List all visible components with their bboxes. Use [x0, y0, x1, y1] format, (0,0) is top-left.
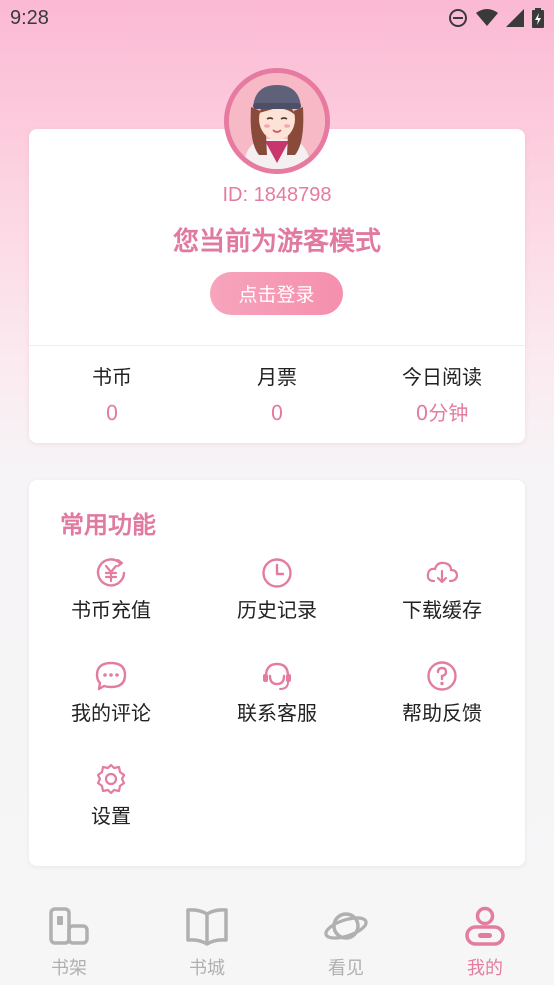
settings-icon [96, 763, 126, 795]
wifi-icon [476, 9, 498, 26]
login-button[interactable]: 点击登录 [210, 272, 343, 315]
func-settings[interactable]: 设置 [28, 762, 194, 830]
func-customer-service[interactable]: 联系客服 [194, 659, 360, 727]
stat-label: 今日阅读 [402, 365, 482, 389]
nav-label: 看见 [328, 958, 364, 979]
func-label: 设置 [91, 804, 131, 828]
clock-icon [262, 558, 292, 588]
stat-label: 书币 [92, 365, 132, 389]
nav-bookshelf[interactable]: 书架 [0, 904, 138, 980]
func-label: 历史记录 [237, 598, 317, 622]
comment-icon [95, 661, 127, 691]
nav-label: 书城 [189, 958, 225, 979]
coin-recharge-icon [96, 558, 126, 587]
functions-title: 常用功能 [60, 511, 156, 539]
status-icons [448, 8, 544, 28]
stat-monthly-ticket[interactable]: 月票 0 [194, 362, 360, 426]
guest-mode-title: 您当前为游客模式 [172, 227, 381, 257]
bookshelf-icon [49, 907, 89, 945]
func-label: 我的评论 [71, 701, 151, 725]
func-label: 下载缓存 [402, 598, 482, 622]
battery-icon [532, 8, 544, 28]
stat-coins[interactable]: 书币 0 [29, 362, 195, 426]
func-coin-recharge[interactable]: 书币充值 [28, 556, 194, 624]
cloud-download-icon [426, 561, 459, 584]
book-icon [186, 908, 228, 946]
card-divider [29, 345, 525, 346]
headset-icon [263, 662, 291, 690]
avatar-illustration-icon [229, 73, 325, 169]
func-label: 帮助反馈 [402, 701, 482, 725]
stat-label: 月票 [257, 365, 297, 389]
nav-bookstore[interactable]: 书城 [138, 904, 276, 980]
func-history[interactable]: 历史记录 [194, 556, 360, 624]
avatar[interactable] [224, 68, 330, 174]
stat-value: 0分钟 [415, 401, 469, 425]
stat-value: 0 [270, 401, 284, 425]
stat-value: 0 [105, 401, 119, 425]
nav-discover[interactable]: 看见 [277, 904, 415, 980]
nav-label: 我的 [467, 958, 503, 979]
status-bar: 9:28 [0, 0, 554, 38]
func-label: 书币充值 [71, 598, 151, 622]
nav-mine[interactable]: 我的 [416, 904, 554, 980]
signal-icon [506, 9, 524, 27]
func-label: 联系客服 [237, 701, 317, 725]
func-help-feedback[interactable]: 帮助反馈 [359, 659, 525, 727]
status-time: 9:28 [10, 7, 49, 29]
stat-today-reading[interactable]: 今日阅读 0分钟 [359, 362, 525, 426]
func-download-cache[interactable]: 下载缓存 [359, 556, 525, 624]
nav-label: 书架 [51, 958, 87, 979]
user-id: ID: 1848798 [222, 184, 332, 206]
planet-icon [324, 912, 368, 940]
profile-icon [465, 906, 505, 946]
do-not-disturb-icon [449, 9, 467, 27]
help-icon [427, 661, 457, 691]
func-my-comments[interactable]: 我的评论 [28, 659, 194, 727]
bottom-nav: 书架 书城 看见 我的 [0, 890, 554, 985]
